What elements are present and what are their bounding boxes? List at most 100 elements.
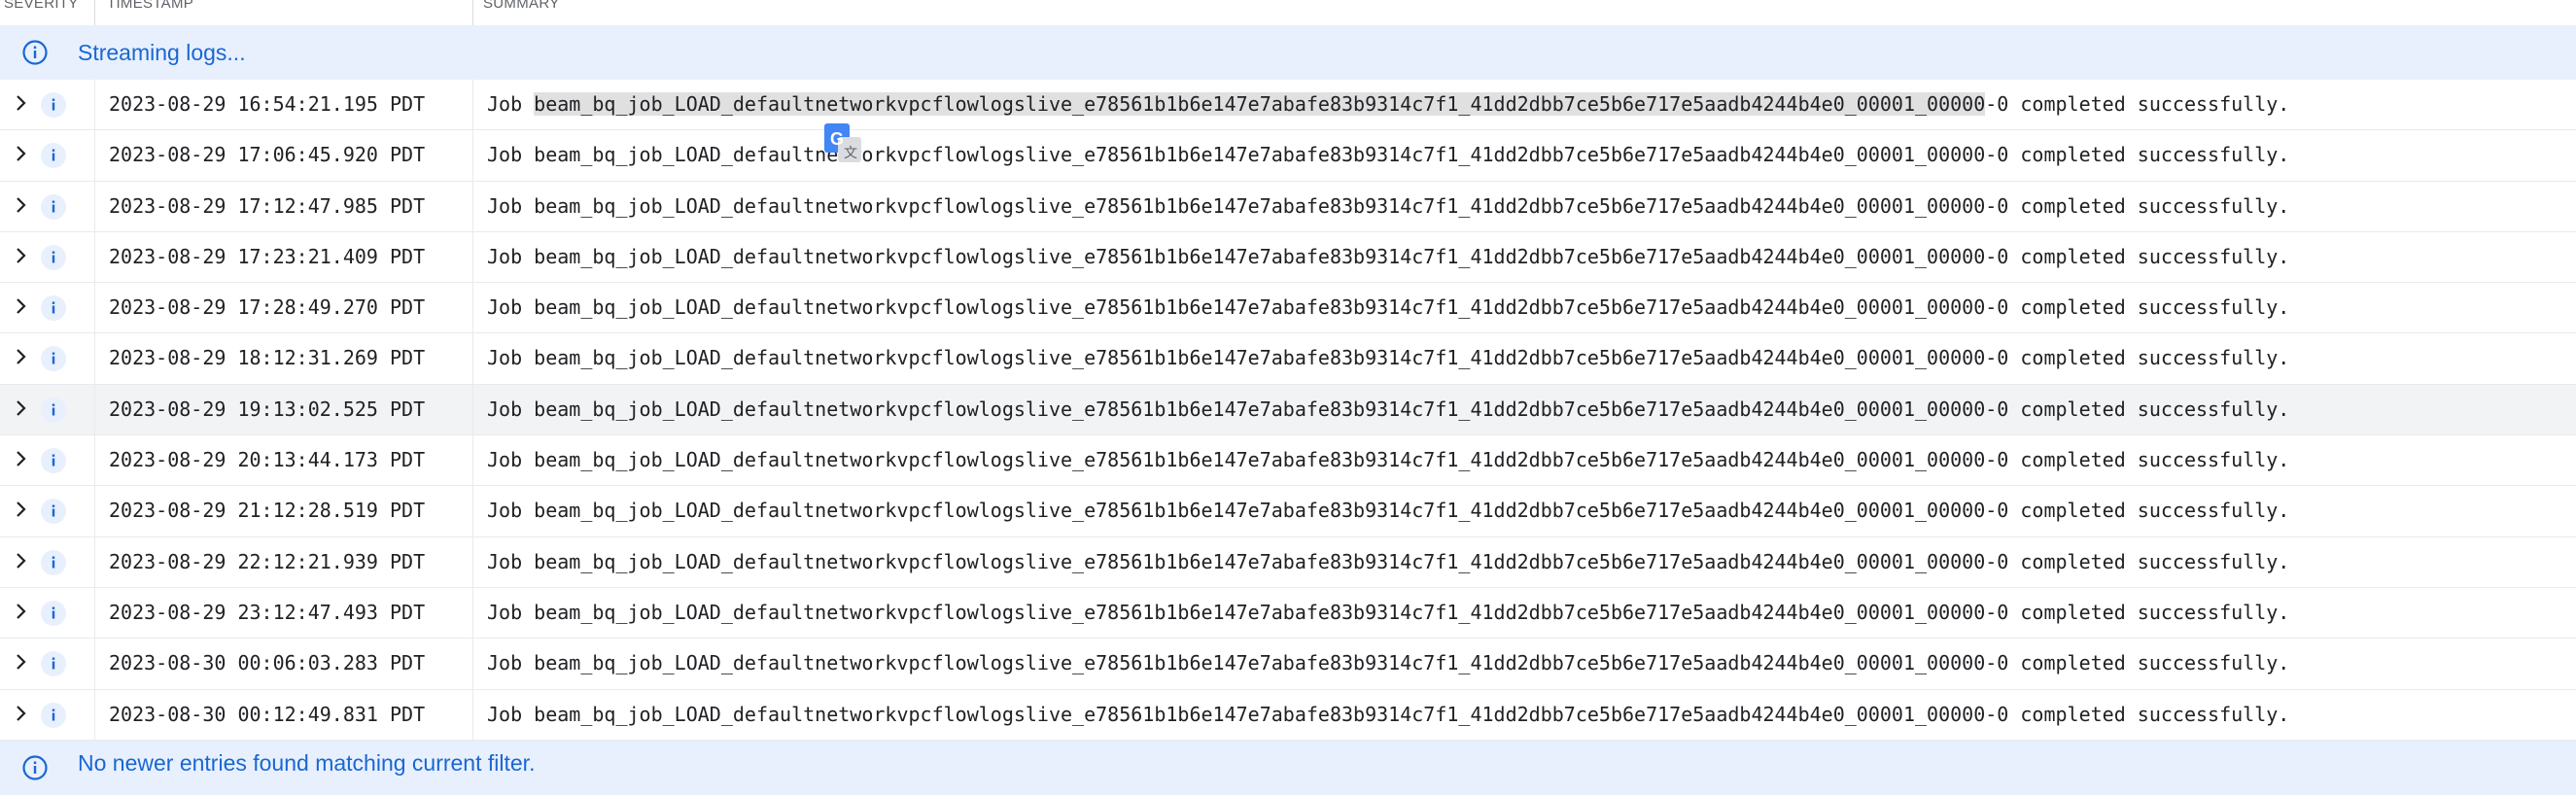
translate-icon[interactable]: G 文	[824, 123, 861, 164]
log-summary[interactable]: Job beam_bq_job_LOAD_defaultnetworkvpcfl…	[487, 283, 2289, 332]
log-row[interactable]: 2023-08-29 20:13:44.173 PDT Job beam_bq_j…	[0, 435, 2576, 487]
log-row[interactable]: 2023-08-29 17:06:45.920 PDT Job beam_bq_j…	[0, 130, 2576, 182]
log-summary[interactable]: Job beam_bq_job_LOAD_defaultnetworkvpcfl…	[487, 639, 2289, 688]
column-divider	[472, 181, 473, 231]
chevron-right-icon[interactable]	[10, 245, 31, 266]
chevron-right-icon[interactable]	[10, 194, 31, 216]
chevron-right-icon[interactable]	[10, 448, 31, 469]
chevron-right-icon[interactable]	[10, 651, 31, 673]
job-id[interactable]: beam_bq_job_LOAD_defaultnetworkvpcflowlo…	[534, 651, 1985, 674]
job-id[interactable]: beam_bq_job_LOAD_defaultnetworkvpcflowlo…	[534, 245, 1985, 268]
summary-suffix: -0 completed successfully.	[1985, 193, 2290, 218]
log-row[interactable]: 2023-08-29 17:23:21.409 PDT Job beam_bq_j…	[0, 231, 2576, 284]
timestamp-column-header[interactable]: TIMESTAMP	[107, 0, 193, 19]
log-row[interactable]: 2023-08-29 23:12:47.493 PDT Job beam_bq_j…	[0, 587, 2576, 639]
log-summary[interactable]: Job beam_bq_job_LOAD_defaultnetworkvpcfl…	[487, 130, 2289, 180]
chevron-right-icon[interactable]	[10, 703, 31, 724]
no-newer-entries-text: No newer entries found matching current …	[78, 750, 536, 776]
log-row[interactable]: 2023-08-29 17:12:47.985 PDT Job beam_bq_j…	[0, 181, 2576, 232]
chevron-right-icon[interactable]	[10, 601, 31, 622]
summary-prefix: Job	[487, 600, 535, 624]
log-row[interactable]: 2023-08-29 16:54:21.195 PDT Job beam_bq_j…	[0, 80, 2576, 131]
summary-column-header[interactable]: SUMMARY	[483, 0, 560, 19]
chevron-right-icon[interactable]	[10, 398, 31, 419]
severity-info-icon	[41, 143, 66, 169]
job-id[interactable]: beam_bq_job_LOAD_defaultnetworkvpcflowlo…	[534, 550, 1985, 573]
column-divider	[94, 333, 95, 384]
severity-column-header[interactable]: SEVERITY	[4, 0, 79, 19]
log-summary[interactable]: Job beam_bq_job_LOAD_defaultnetworkvpcfl…	[487, 690, 2289, 740]
summary-suffix: -0 completed successfully.	[1985, 448, 2290, 472]
severity-info-icon	[41, 448, 66, 474]
column-divider	[472, 283, 473, 333]
summary-suffix: -0 completed successfully.	[1985, 346, 2290, 370]
summary-suffix: -0 completed successfully.	[1985, 244, 2290, 268]
summary-prefix: Job	[487, 397, 535, 421]
log-timestamp: 2023-08-29 21:12:28.519 PDT	[109, 499, 426, 523]
severity-info-icon	[41, 499, 66, 525]
log-row[interactable]: 2023-08-29 19:13:02.525 PDT Job beam_bq_j…	[0, 384, 2576, 436]
chevron-right-icon[interactable]	[10, 92, 31, 114]
job-id[interactable]: beam_bq_job_LOAD_defaultnetworkvpcflowlo…	[534, 194, 1985, 218]
job-id[interactable]: beam_bq_job_LOAD_defaultnetworkvpcflowlo…	[534, 295, 1985, 319]
summary-prefix: Job	[487, 702, 535, 726]
summary-prefix: Job	[487, 143, 535, 167]
column-divider	[94, 689, 95, 740]
chevron-right-icon[interactable]	[10, 346, 31, 367]
column-divider	[472, 333, 473, 384]
column-divider[interactable]	[472, 0, 473, 25]
log-timestamp: 2023-08-29 17:23:21.409 PDT	[109, 244, 426, 268]
svg-text:G: G	[830, 129, 844, 149]
log-summary[interactable]: Job beam_bq_job_LOAD_defaultnetworkvpcfl…	[487, 435, 2289, 485]
chevron-right-icon[interactable]	[10, 499, 31, 520]
log-summary[interactable]: Job beam_bq_job_LOAD_defaultnetworkvpcfl…	[487, 232, 2289, 282]
column-divider	[94, 639, 95, 689]
log-row[interactable]: 2023-08-29 22:12:21.939 PDT Job beam_bq_j…	[0, 536, 2576, 588]
summary-suffix: -0 completed successfully.	[1985, 92, 2290, 116]
job-id[interactable]: beam_bq_job_LOAD_defaultnetworkvpcflowlo…	[534, 448, 1985, 471]
column-divider[interactable]	[94, 0, 95, 25]
streaming-banner: Streaming logs...	[0, 25, 2576, 80]
log-row[interactable]: 2023-08-29 21:12:28.519 PDT Job beam_bq_j…	[0, 486, 2576, 537]
severity-info-icon	[41, 397, 66, 423]
log-entries-list: 2023-08-29 16:54:21.195 PDT Job beam_bq_j…	[0, 80, 2576, 741]
log-summary[interactable]: Job beam_bq_job_LOAD_defaultnetworkvpcfl…	[487, 333, 2289, 383]
job-id[interactable]: beam_bq_job_LOAD_defaultnetworkvpcflowlo…	[534, 601, 1985, 624]
job-id[interactable]: beam_bq_job_LOAD_defaultnetworkvpcflowlo…	[534, 398, 1985, 421]
log-row[interactable]: 2023-08-29 17:28:49.270 PDT Job beam_bq_j…	[0, 283, 2576, 334]
log-row[interactable]: 2023-08-30 00:12:49.831 PDT Job beam_bq_j…	[0, 689, 2576, 741]
job-id[interactable]: beam_bq_job_LOAD_defaultnetworkvpcflowlo…	[534, 346, 1985, 369]
chevron-right-icon[interactable]	[10, 550, 31, 571]
column-divider	[472, 639, 473, 689]
job-id[interactable]: beam_bq_job_LOAD_defaultnetworkvpcflowlo…	[534, 143, 1985, 166]
job-id[interactable]: beam_bq_job_LOAD_defaultnetworkvpcflowlo…	[534, 92, 1986, 116]
column-divider	[94, 435, 95, 486]
summary-prefix: Job	[487, 346, 535, 370]
log-row[interactable]: 2023-08-30 00:06:03.283 PDT Job beam_bq_j…	[0, 639, 2576, 690]
chevron-right-icon[interactable]	[10, 143, 31, 164]
streaming-status-text: Streaming logs...	[78, 39, 246, 65]
column-divider	[472, 486, 473, 536]
info-icon	[22, 40, 48, 65]
log-row[interactable]: 2023-08-29 18:12:31.269 PDT Job beam_bq_j…	[0, 333, 2576, 385]
log-summary[interactable]: Job beam_bq_job_LOAD_defaultnetworkvpcfl…	[487, 182, 2289, 231]
column-divider	[472, 231, 473, 283]
log-summary[interactable]: Job beam_bq_job_LOAD_defaultnetworkvpcfl…	[487, 80, 2289, 129]
job-id[interactable]: beam_bq_job_LOAD_defaultnetworkvpcflowlo…	[534, 703, 1985, 726]
job-id[interactable]: beam_bq_job_LOAD_defaultnetworkvpcflowlo…	[534, 499, 1985, 522]
summary-suffix: -0 completed successfully.	[1985, 702, 2290, 726]
log-timestamp: 2023-08-29 23:12:47.493 PDT	[109, 600, 426, 624]
summary-prefix: Job	[487, 193, 535, 218]
log-timestamp: 2023-08-30 00:12:49.831 PDT	[109, 702, 426, 726]
column-divider	[94, 231, 95, 283]
column-divider	[94, 181, 95, 231]
log-summary[interactable]: Job beam_bq_job_LOAD_defaultnetworkvpcfl…	[487, 588, 2289, 638]
log-summary[interactable]: Job beam_bq_job_LOAD_defaultnetworkvpcfl…	[487, 486, 2289, 536]
chevron-right-icon[interactable]	[10, 295, 31, 317]
log-summary[interactable]: Job beam_bq_job_LOAD_defaultnetworkvpcfl…	[487, 385, 2289, 434]
log-timestamp: 2023-08-29 18:12:31.269 PDT	[109, 346, 426, 370]
log-summary[interactable]: Job beam_bq_job_LOAD_defaultnetworkvpcfl…	[487, 537, 2289, 587]
summary-prefix: Job	[487, 499, 535, 523]
severity-info-icon	[41, 295, 66, 322]
column-divider	[472, 536, 473, 587]
